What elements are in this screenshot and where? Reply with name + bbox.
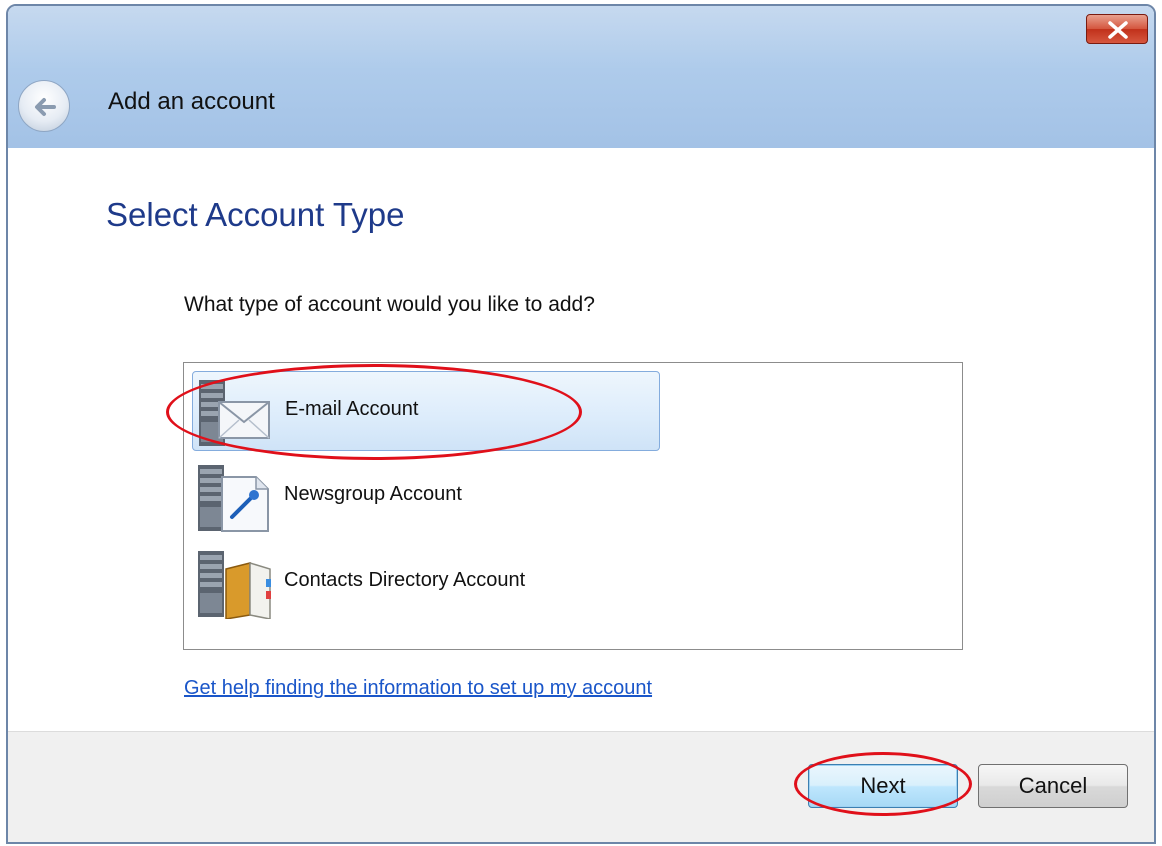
add-account-dialog: Add an account Select Account Type What …	[6, 4, 1156, 844]
email-account-highlight-annotation	[166, 364, 582, 460]
button-bar: Next Cancel	[8, 731, 1154, 842]
account-type-question: What type of account would you like to a…	[184, 293, 595, 316]
back-arrow-icon	[35, 98, 56, 116]
list-item-newsgroup-account[interactable]: Newsgroup Account	[192, 457, 660, 537]
content-area: Select Account Type What type of account…	[8, 148, 1154, 732]
dialog-title: Add an account	[108, 88, 275, 115]
newsgroup-server-icon	[198, 465, 269, 532]
contacts-directory-server-icon	[198, 551, 271, 619]
newsgroup-account-label: Newsgroup Account	[284, 483, 462, 505]
contacts-directory-account-label: Contacts Directory Account	[284, 569, 526, 591]
close-icon	[1108, 21, 1128, 39]
list-item-contacts-directory-account[interactable]: Contacts Directory Account	[192, 543, 660, 623]
cancel-button[interactable]: Cancel	[978, 764, 1128, 808]
close-button[interactable]	[1086, 14, 1148, 44]
next-button-highlight-annotation	[794, 752, 972, 816]
back-button[interactable]	[18, 80, 70, 132]
help-link[interactable]: Get help finding the information to set …	[184, 677, 652, 700]
page-heading: Select Account Type	[106, 196, 405, 233]
title-bar: Add an account	[8, 6, 1154, 148]
